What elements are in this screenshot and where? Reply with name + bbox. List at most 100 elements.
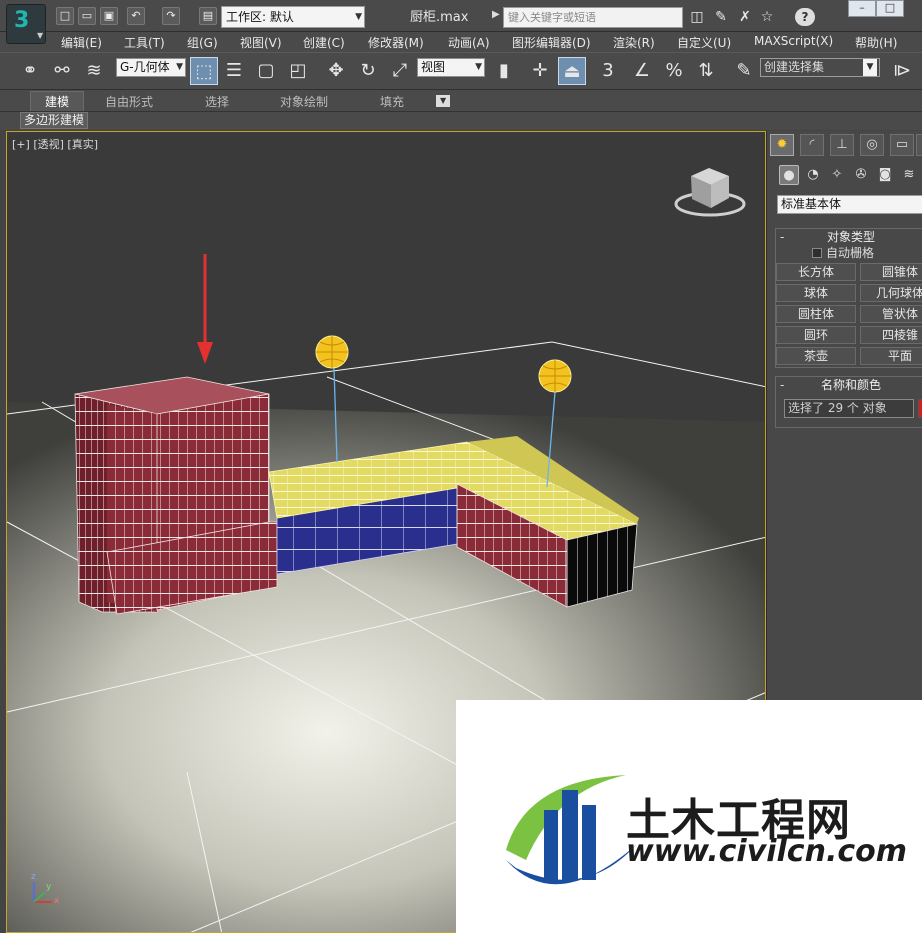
- motion-panel-icon[interactable]: ◎: [860, 134, 884, 156]
- minimize-button[interactable]: –: [848, 0, 876, 17]
- polygon-modeling-panel[interactable]: 多边形建模: [20, 112, 89, 129]
- display-panel-icon[interactable]: ▭: [890, 134, 914, 156]
- pivot-point-icon[interactable]: ▮: [490, 57, 518, 85]
- chevron-down-icon: ▼: [355, 12, 362, 22]
- selection-set-value: 创建选择集: [764, 60, 825, 74]
- selection-filter-dropdown[interactable]: G-几何体 ▼: [116, 58, 186, 77]
- viewport-label[interactable]: [+] [透视] [真实]: [12, 136, 98, 152]
- object-type-title: 对象类型: [826, 230, 875, 244]
- play-arrow-icon[interactable]: ▶: [492, 9, 502, 23]
- cylinder-button[interactable]: 圆柱体: [776, 305, 856, 323]
- viewport-pov-label[interactable]: [透视]: [33, 138, 64, 151]
- name-and-color-header[interactable]: - 名称和颜色: [776, 377, 922, 393]
- subscription-icon[interactable]: ✗: [736, 8, 754, 26]
- tab-object-paint[interactable]: 对象绘制: [280, 93, 328, 110]
- select-object-icon[interactable]: ⬚: [190, 57, 218, 85]
- named-selection-set-dropdown[interactable]: 创建选择集 ▼: [760, 58, 880, 77]
- menu-help[interactable]: 帮助(H): [855, 34, 897, 51]
- select-manipulate-icon[interactable]: ✛: [526, 57, 554, 85]
- modify-panel-icon[interactable]: ◜: [800, 134, 824, 156]
- menu-views[interactable]: 视图(V): [240, 34, 282, 51]
- space-warps-icon[interactable]: ≋: [899, 165, 919, 185]
- menu-tools[interactable]: 工具(T): [124, 34, 165, 51]
- snaps-toggle-icon[interactable]: 3: [594, 57, 622, 85]
- hierarchy-panel-icon[interactable]: ⊥: [830, 134, 854, 156]
- window-crossing-icon[interactable]: ◰: [284, 57, 312, 85]
- star-icon[interactable]: ☆: [758, 8, 776, 26]
- scale-icon[interactable]: ⤢: [386, 57, 414, 85]
- rectangular-selection-icon[interactable]: ▢: [252, 57, 280, 85]
- keyboard-shortcut-override-icon[interactable]: ⏏: [558, 57, 586, 85]
- angle-snap-icon[interactable]: ∠: [628, 57, 656, 85]
- menu-create[interactable]: 创建(C): [303, 34, 345, 51]
- undo-icon[interactable]: ↶: [127, 7, 145, 25]
- tube-button[interactable]: 管状体: [860, 305, 922, 323]
- object-name-field[interactable]: 选择了 29 个 对象: [784, 399, 914, 418]
- workspace-dropdown[interactable]: 工作区: 默认 ▼: [221, 6, 365, 28]
- redo-icon[interactable]: ↷: [162, 7, 180, 25]
- name-and-color-rollout: - 名称和颜色 选择了 29 个 对象: [775, 376, 922, 428]
- cone-button[interactable]: 圆锥体: [860, 263, 922, 281]
- wrench-icon[interactable]: ✎: [712, 8, 730, 26]
- application-menu-button[interactable]: 3 ▼: [6, 4, 46, 44]
- menu-group[interactable]: 组(G): [187, 34, 218, 51]
- bind-space-warp-icon[interactable]: ≋: [80, 57, 108, 85]
- tall-cabinet[interactable]: [74, 376, 278, 615]
- pyramid-button[interactable]: 四棱锥: [860, 326, 922, 344]
- edit-named-selection-icon[interactable]: ✎: [730, 57, 758, 85]
- rotate-icon[interactable]: ↻: [354, 57, 382, 85]
- geometry-category-dropdown[interactable]: 标准基本体: [777, 195, 922, 214]
- unlink-icon[interactable]: ⚯: [48, 57, 76, 85]
- tab-modeling[interactable]: 建模: [30, 91, 85, 111]
- box-button[interactable]: 长方体: [776, 263, 856, 281]
- sphere-button[interactable]: 球体: [776, 284, 856, 302]
- menu-edit[interactable]: 编辑(E): [61, 34, 102, 51]
- menu-graph-editors[interactable]: 图形编辑器(D): [512, 34, 591, 51]
- project-folder-icon[interactable]: ▤: [199, 7, 217, 25]
- lights-icon[interactable]: ✧: [827, 165, 847, 185]
- menu-maxscript[interactable]: MAXScript(X): [754, 34, 833, 48]
- geosphere-button[interactable]: 几何球体: [860, 284, 922, 302]
- link-icon[interactable]: ⚭: [16, 57, 44, 85]
- watermark-url: www.civilcn.com: [626, 834, 908, 869]
- helpers-icon[interactable]: ◙: [875, 165, 895, 185]
- chevron-down-icon: ▼: [37, 31, 44, 40]
- reference-coordinate-dropdown[interactable]: 视图 ▼: [417, 58, 485, 77]
- torus-button[interactable]: 圆环: [776, 326, 856, 344]
- workspace-label: 工作区: 默认: [226, 10, 294, 24]
- chevron-down-icon: ▼: [475, 62, 482, 72]
- spinner-snap-icon[interactable]: ⇅: [692, 57, 720, 85]
- viewport-shading-label[interactable]: [真实]: [67, 138, 98, 151]
- tab-populate[interactable]: 填充: [380, 93, 404, 110]
- percent-snap-icon[interactable]: %: [660, 57, 688, 85]
- object-color-swatch[interactable]: [918, 399, 922, 418]
- object-type-header[interactable]: - 对象类型: [776, 229, 922, 245]
- plane-button[interactable]: 平面: [860, 347, 922, 365]
- viewport-menu-label[interactable]: [+]: [12, 138, 30, 151]
- new-file-icon[interactable]: □: [56, 7, 74, 25]
- autogrid-checkbox[interactable]: 自动栅格: [776, 245, 922, 261]
- maximize-button[interactable]: □: [876, 0, 904, 17]
- axis-z-label: z: [31, 872, 36, 882]
- utilities-panel-icon[interactable]: [916, 134, 922, 156]
- teapot-button[interactable]: 茶壶: [776, 347, 856, 365]
- help-button[interactable]: ?: [795, 8, 815, 26]
- menu-customize[interactable]: 自定义(U): [677, 34, 731, 51]
- menu-animation[interactable]: 动画(A): [448, 34, 490, 51]
- shapes-icon[interactable]: ◔: [803, 165, 823, 185]
- move-icon[interactable]: ✥: [322, 57, 350, 85]
- tab-selection[interactable]: 选择: [205, 93, 229, 110]
- menu-rendering[interactable]: 渲染(R): [613, 34, 655, 51]
- binoculars-icon[interactable]: ◫: [688, 8, 706, 26]
- tab-freeform[interactable]: 自由形式: [105, 93, 153, 110]
- save-icon[interactable]: ▣: [100, 7, 118, 25]
- ribbon-options-icon[interactable]: ▼: [436, 95, 451, 107]
- geometry-icon[interactable]: ●: [779, 165, 799, 185]
- search-input[interactable]: 键入关键字或短语: [503, 7, 683, 28]
- select-by-name-icon[interactable]: ☰: [220, 57, 248, 85]
- create-panel-icon[interactable]: ✹: [770, 134, 794, 156]
- menu-modifiers[interactable]: 修改器(M): [368, 34, 424, 51]
- open-file-icon[interactable]: ▭: [78, 7, 96, 25]
- cameras-icon[interactable]: ✇: [851, 165, 871, 185]
- mirror-icon[interactable]: ⧐: [888, 57, 916, 85]
